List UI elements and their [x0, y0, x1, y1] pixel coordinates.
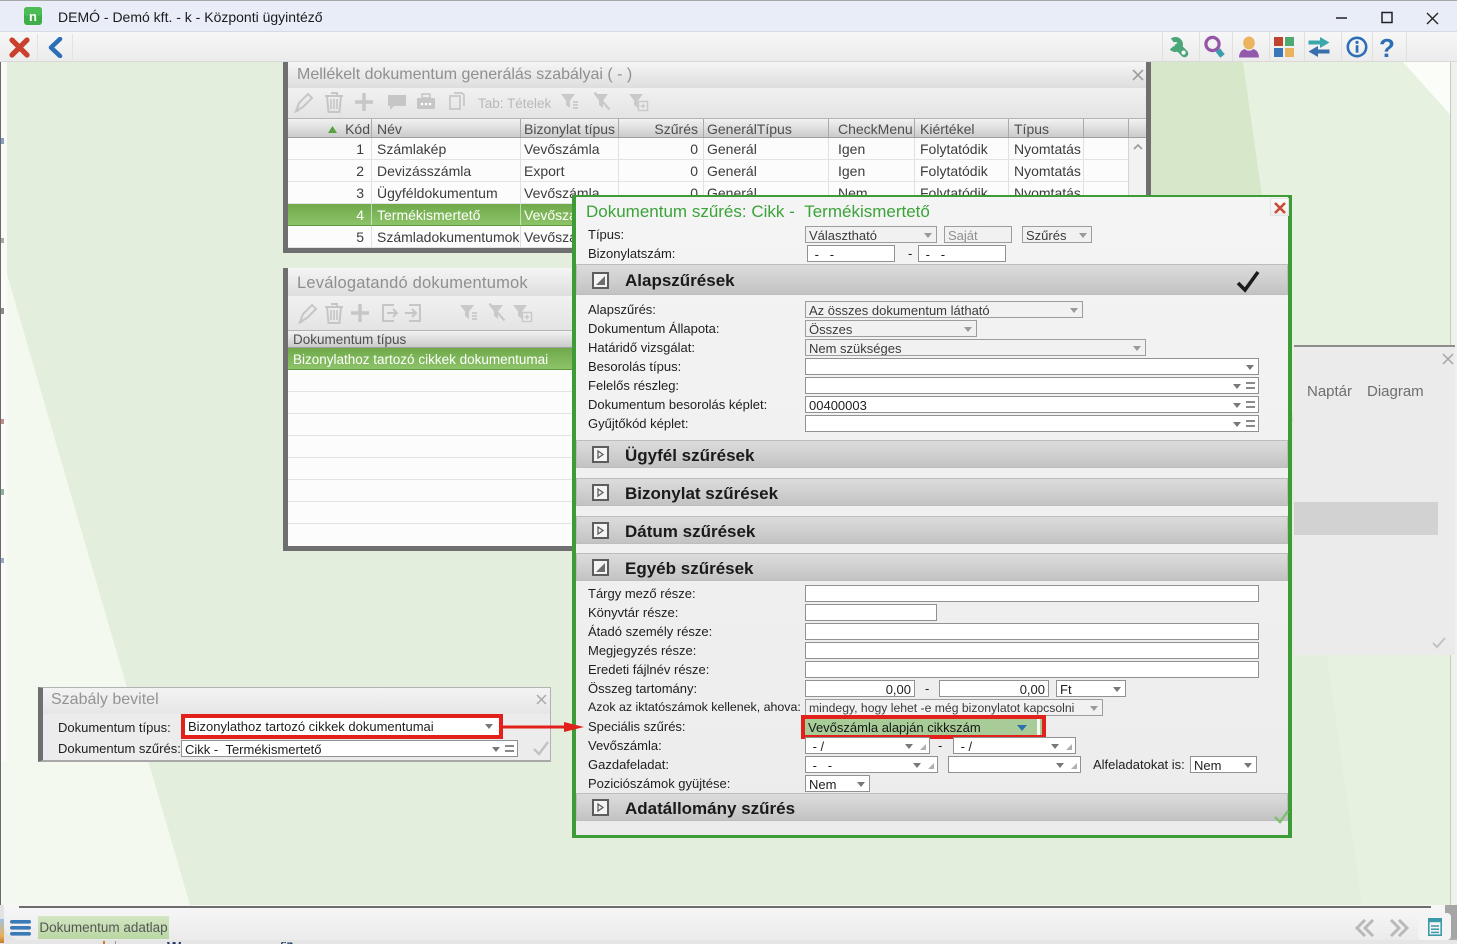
svg-text:n: n [29, 9, 37, 24]
